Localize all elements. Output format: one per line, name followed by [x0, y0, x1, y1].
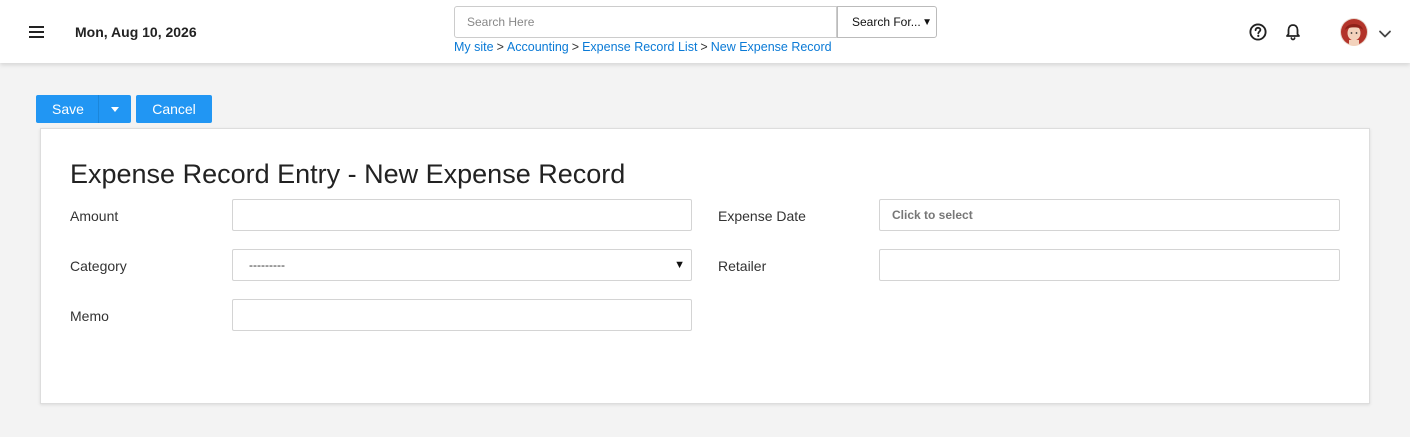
category-label: Category	[70, 258, 127, 274]
breadcrumb-separator: >	[571, 40, 580, 54]
expense-record-form: Expense Record Entry - New Expense Recor…	[40, 128, 1370, 404]
breadcrumb-new-expense-record[interactable]: New Expense Record	[711, 40, 832, 54]
breadcrumb: My site > Accounting > Expense Record List > N…	[454, 40, 832, 54]
memo-label: Memo	[70, 308, 109, 324]
breadcrumb-my-site[interactable]: My site	[454, 40, 494, 54]
search-for-selected: Search For...	[852, 15, 921, 29]
chevron-down-icon: ▼	[922, 16, 932, 28]
avatar[interactable]	[1340, 18, 1368, 46]
expense-date-placeholder: Click to select	[892, 208, 973, 222]
current-date: Mon, Aug 10, 2026	[75, 24, 197, 40]
breadcrumb-expense-record-list[interactable]: Expense Record List	[582, 40, 697, 54]
search-input[interactable]	[454, 6, 837, 38]
save-button[interactable]: Save	[36, 95, 98, 123]
breadcrumb-accounting[interactable]: Accounting	[507, 40, 569, 54]
chevron-down-icon[interactable]	[1378, 26, 1392, 38]
bell-icon[interactable]	[1283, 22, 1303, 42]
amount-label: Amount	[70, 208, 119, 224]
help-circle-icon[interactable]	[1248, 22, 1268, 42]
chevron-down-icon: ▼	[674, 259, 685, 271]
top-navbar: Mon, Aug 10, 2026 Search For... ▼ My sit…	[0, 0, 1410, 63]
category-selected: ---------	[249, 258, 285, 272]
search-for-select[interactable]: Search For... ▼	[837, 6, 937, 38]
expense-date-label: Expense Date	[718, 208, 806, 224]
memo-input[interactable]	[232, 299, 692, 331]
caret-down-icon	[111, 106, 119, 112]
save-options-button[interactable]	[98, 95, 131, 123]
breadcrumb-separator: >	[700, 40, 708, 54]
retailer-label: Retailer	[718, 258, 767, 274]
category-select[interactable]: --------- ▼	[232, 249, 692, 281]
expense-date-field[interactable]: Click to select	[879, 199, 1340, 231]
cancel-button[interactable]: Cancel	[136, 95, 212, 123]
hamburger-menu-icon[interactable]	[24, 20, 50, 44]
breadcrumb-separator: >	[496, 40, 504, 54]
amount-input[interactable]	[232, 199, 692, 231]
page-title: Expense Record Entry - New Expense Recor…	[70, 159, 626, 189]
retailer-input[interactable]	[879, 249, 1340, 281]
